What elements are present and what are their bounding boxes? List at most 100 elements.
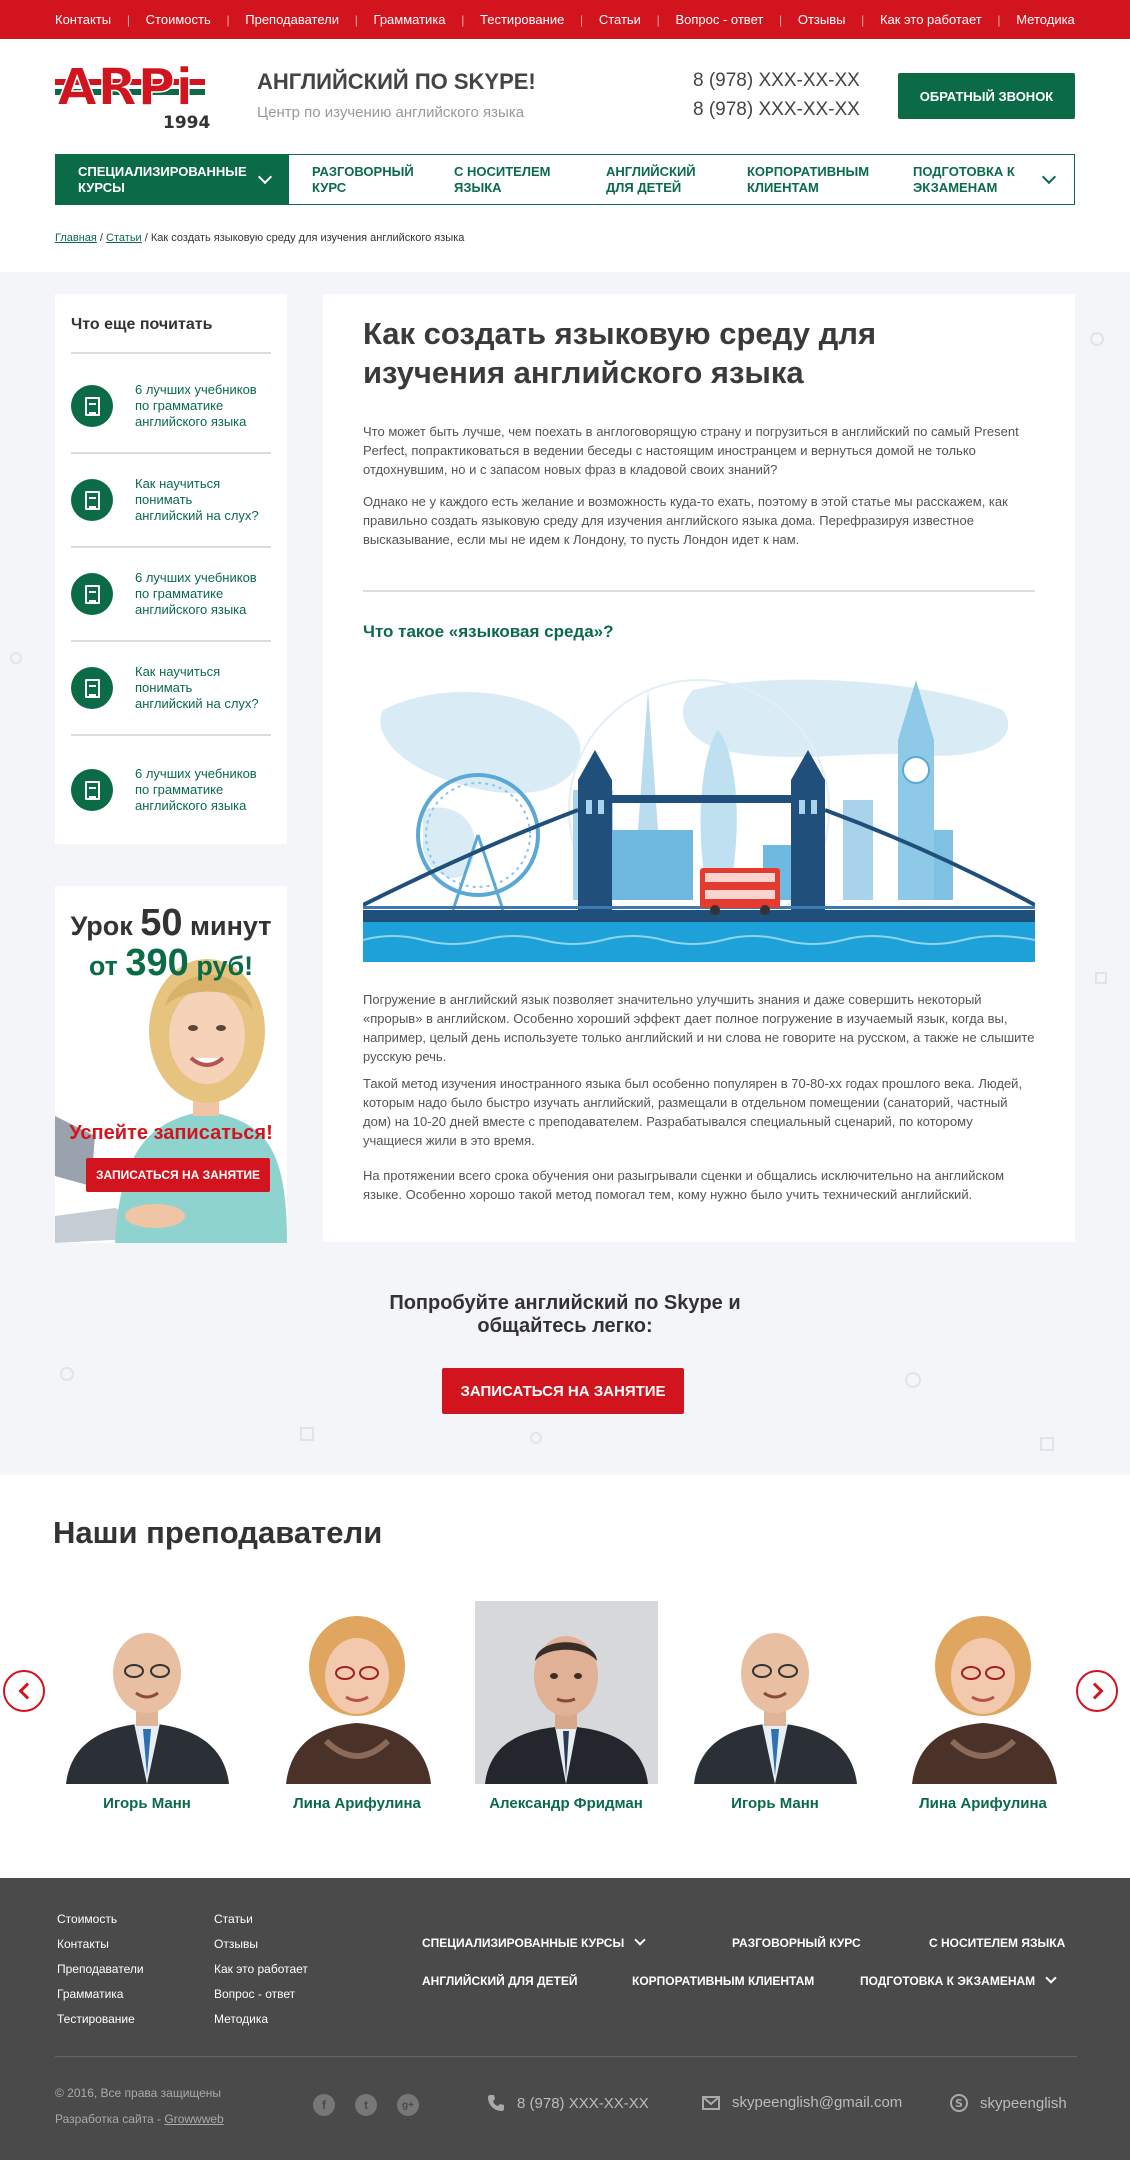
teacher-card[interactable]: Лина Арифулина <box>266 1601 449 1812</box>
breadcrumb-home[interactable]: Главная <box>55 232 97 244</box>
top-nav-reviews[interactable]: Отзывы <box>798 12 846 27</box>
arrow-right-icon[interactable] <box>1076 1670 1118 1712</box>
teacher-card[interactable]: Игорь Манн <box>56 1601 239 1812</box>
footer-nav-specialized-courses[interactable]: СПЕЦИАЛИЗИРОВАННЫЕ КУРСЫ <box>422 1934 646 1950</box>
sidebar-article-link[interactable]: Как научиться понимать английский на слух? <box>71 646 271 730</box>
header-phone-2[interactable]: 8 (978) XXX-XX-XX <box>693 99 860 121</box>
decor-shape <box>1095 972 1107 984</box>
chevron-down-icon <box>1045 1972 1057 1984</box>
nav-kids-english[interactable]: АНГЛИЙСКИЙ ДЛЯ ДЕТЕЙ <box>583 155 724 204</box>
sidebar-title: Что еще почитать <box>71 316 213 333</box>
promo-text: руб! <box>188 951 254 981</box>
developer-link[interactable]: Growwweb <box>164 2112 223 2126</box>
nav-label-line: ПОДГОТОВКА К <box>913 163 1015 179</box>
footer-link-contacts[interactable]: Контакты <box>57 1937 109 1951</box>
top-nav-faq[interactable]: Вопрос - ответ <box>675 12 763 27</box>
twitter-icon[interactable]: t <box>355 2094 377 2116</box>
sidebar-article-link[interactable]: 6 лучших учебников по грамматике английско… <box>71 552 271 636</box>
nav-label: КОРПОРАТИВНЫМ КЛИЕНТАМ <box>747 164 869 196</box>
sidebar-article-title-line: английского языка <box>135 602 247 617</box>
teacher-photo <box>56 1601 239 1784</box>
cta-signup-button[interactable]: ЗАПИСАТЬСЯ НА ЗАНЯТИЕ <box>442 1368 684 1414</box>
divider <box>71 546 271 548</box>
nav-label-line: ЭКЗАМЕНАМ <box>913 179 998 195</box>
breadcrumb-articles[interactable]: Статьи <box>106 232 142 244</box>
decor-shape <box>1090 332 1104 346</box>
decor-shape <box>60 1367 74 1381</box>
nav-conversation-course[interactable]: РАЗГОВОРНЫЙ КУРС <box>289 155 430 204</box>
top-nav-articles[interactable]: Статьи <box>599 12 641 27</box>
nav-corporate-clients[interactable]: КОРПОРАТИВНЫМ КЛИЕНТАМ <box>724 155 896 204</box>
google-plus-icon[interactable]: g+ <box>397 2094 419 2116</box>
arrow-left-icon[interactable] <box>3 1670 45 1712</box>
footer-phone[interactable]: 8 (978) XXX-XX-XX <box>487 2094 649 2112</box>
footer-nav-corporate-clients[interactable]: КОРПОРАТИВНЫМ КЛИЕНТАМ <box>632 1974 814 1988</box>
article-subheading: Что такое «языковая среда»? <box>363 622 614 641</box>
top-nav-pricing[interactable]: Стоимость <box>146 12 211 27</box>
top-nav-testing[interactable]: Тестирование <box>480 12 564 27</box>
teacher-card[interactable]: Александр Фридман <box>475 1601 658 1812</box>
sidebar-article-title: Как научиться понимать английский на слух? <box>135 664 259 712</box>
header-phone-1[interactable]: 8 (978) XXX-XX-XX <box>693 70 860 92</box>
teacher-name: Лина Арифулина <box>919 1795 1047 1812</box>
top-nav-contacts[interactable]: Контакты <box>55 12 111 27</box>
footer-nav-kids-english[interactable]: АНГЛИЙСКИЙ ДЛЯ ДЕТЕЙ <box>422 1974 578 1988</box>
footer-link-articles[interactable]: Статьи <box>214 1912 253 1926</box>
divider <box>71 734 271 736</box>
chevron-down-icon <box>634 1934 646 1946</box>
sidebar-article-link[interactable]: 6 лучших учебников по грамматике английско… <box>71 746 271 834</box>
footer-link-teachers[interactable]: Преподаватели <box>57 1962 144 1976</box>
document-icon <box>71 769 113 811</box>
sidebar-article-title-line: английский на слух? <box>135 508 259 523</box>
footer-link-faq[interactable]: Вопрос - ответ <box>214 1987 295 2001</box>
callback-button[interactable]: ОБРАТНЫЙ ЗВОНОК <box>898 73 1075 119</box>
nav-label-line: КУРСЫ <box>78 179 125 195</box>
footer-nav-exam-preparation[interactable]: ПОДГОТОВКА К ЭКЗАМЕНАМ <box>860 1972 1057 1988</box>
nav-specialized-courses[interactable]: СПЕЦИАЛИЗИРОВАННЫЕ КУРСЫ <box>56 155 289 204</box>
london-illustration <box>363 670 1035 962</box>
breadcrumb: Главная / Статьи / Как создать языковую … <box>55 232 464 244</box>
sidebar-article-title-line: 6 лучших учебников <box>135 570 257 585</box>
footer-link-pricing[interactable]: Стоимость <box>57 1912 117 1926</box>
footer-link-grammar[interactable]: Грамматика <box>57 1987 123 2001</box>
nav-exam-preparation[interactable]: ПОДГОТОВКА К ЭКЗАМЕНАМ <box>896 155 1074 204</box>
top-nav-how-it-works[interactable]: Как это работает <box>880 12 982 27</box>
promo-banner[interactable]: Урок 50 минут от 390 руб! Успейте записа… <box>55 886 287 1243</box>
document-icon <box>71 385 113 427</box>
footer-skype-text: skypeenglish <box>980 2094 1067 2112</box>
footer-link-testing[interactable]: Тестирование <box>57 2012 135 2026</box>
footer-nav-native-speaker[interactable]: С НОСИТЕЛЕМ ЯЗЫКА <box>929 1936 1065 1950</box>
footer-link-how-it-works[interactable]: Как это работает <box>214 1962 308 1976</box>
teachers-heading: Наши преподаватели <box>53 1515 383 1550</box>
cta-title: Попробуйте английский по Skype и общайтес… <box>365 1292 765 1338</box>
nav-native-speaker[interactable]: С НОСИТЕЛЕМ ЯЗЫКА <box>430 155 583 204</box>
promo-text: минут <box>182 911 272 941</box>
sidebar-article-title-line: по грамматике <box>135 398 224 413</box>
facebook-icon[interactable]: f <box>313 2094 335 2116</box>
copyright: © 2016, Все права защищены <box>55 2086 222 2100</box>
sidebar-article-link[interactable]: Как научиться понимать английский на слух? <box>71 458 271 542</box>
footer-link-reviews[interactable]: Отзывы <box>214 1937 258 1951</box>
site-logo[interactable]: ARPi 1994 <box>55 57 217 133</box>
footer-skype[interactable]: S skypeenglish <box>950 2094 1067 2112</box>
top-nav-methodology[interactable]: Методика <box>1016 12 1075 27</box>
main-nav: СПЕЦИАЛИЗИРОВАННЫЕ КУРСЫ РАЗГОВОРНЫЙ КУРС … <box>55 154 1075 205</box>
teacher-card[interactable]: Игорь Манн <box>684 1601 867 1812</box>
promo-signup-button[interactable]: ЗАПИСАТЬСЯ НА ЗАНЯТИЕ <box>86 1158 270 1192</box>
teacher-card[interactable]: Лина Арифулина <box>892 1601 1075 1812</box>
developer-credit-text: Разработка сайта - <box>55 2112 165 2126</box>
breadcrumb-current: Как создать языковую среду для изучения … <box>150 232 465 244</box>
top-nav-teachers[interactable]: Преподаватели <box>245 12 339 27</box>
sidebar-article-title-line: понимать <box>135 680 193 695</box>
footer-email[interactable]: skypeenglish@gmail.com <box>702 2094 902 2111</box>
sidebar-article-title-line: Как научиться <box>135 664 221 679</box>
footer-nav-conversation-course[interactable]: РАЗГОВОРНЫЙ КУРС <box>732 1936 861 1950</box>
separator: | <box>997 12 1001 27</box>
divider <box>71 452 271 454</box>
top-nav-grammar[interactable]: Грамматика <box>374 12 446 27</box>
article-title: Как создать языковую среду для изучения … <box>363 316 877 390</box>
separator: | <box>779 12 783 27</box>
teacher-name: Игорь Манн <box>731 1795 819 1812</box>
footer-link-methodology[interactable]: Методика <box>214 2012 268 2026</box>
sidebar-article-link[interactable]: 6 лучших учебников по грамматике английско… <box>71 364 271 448</box>
